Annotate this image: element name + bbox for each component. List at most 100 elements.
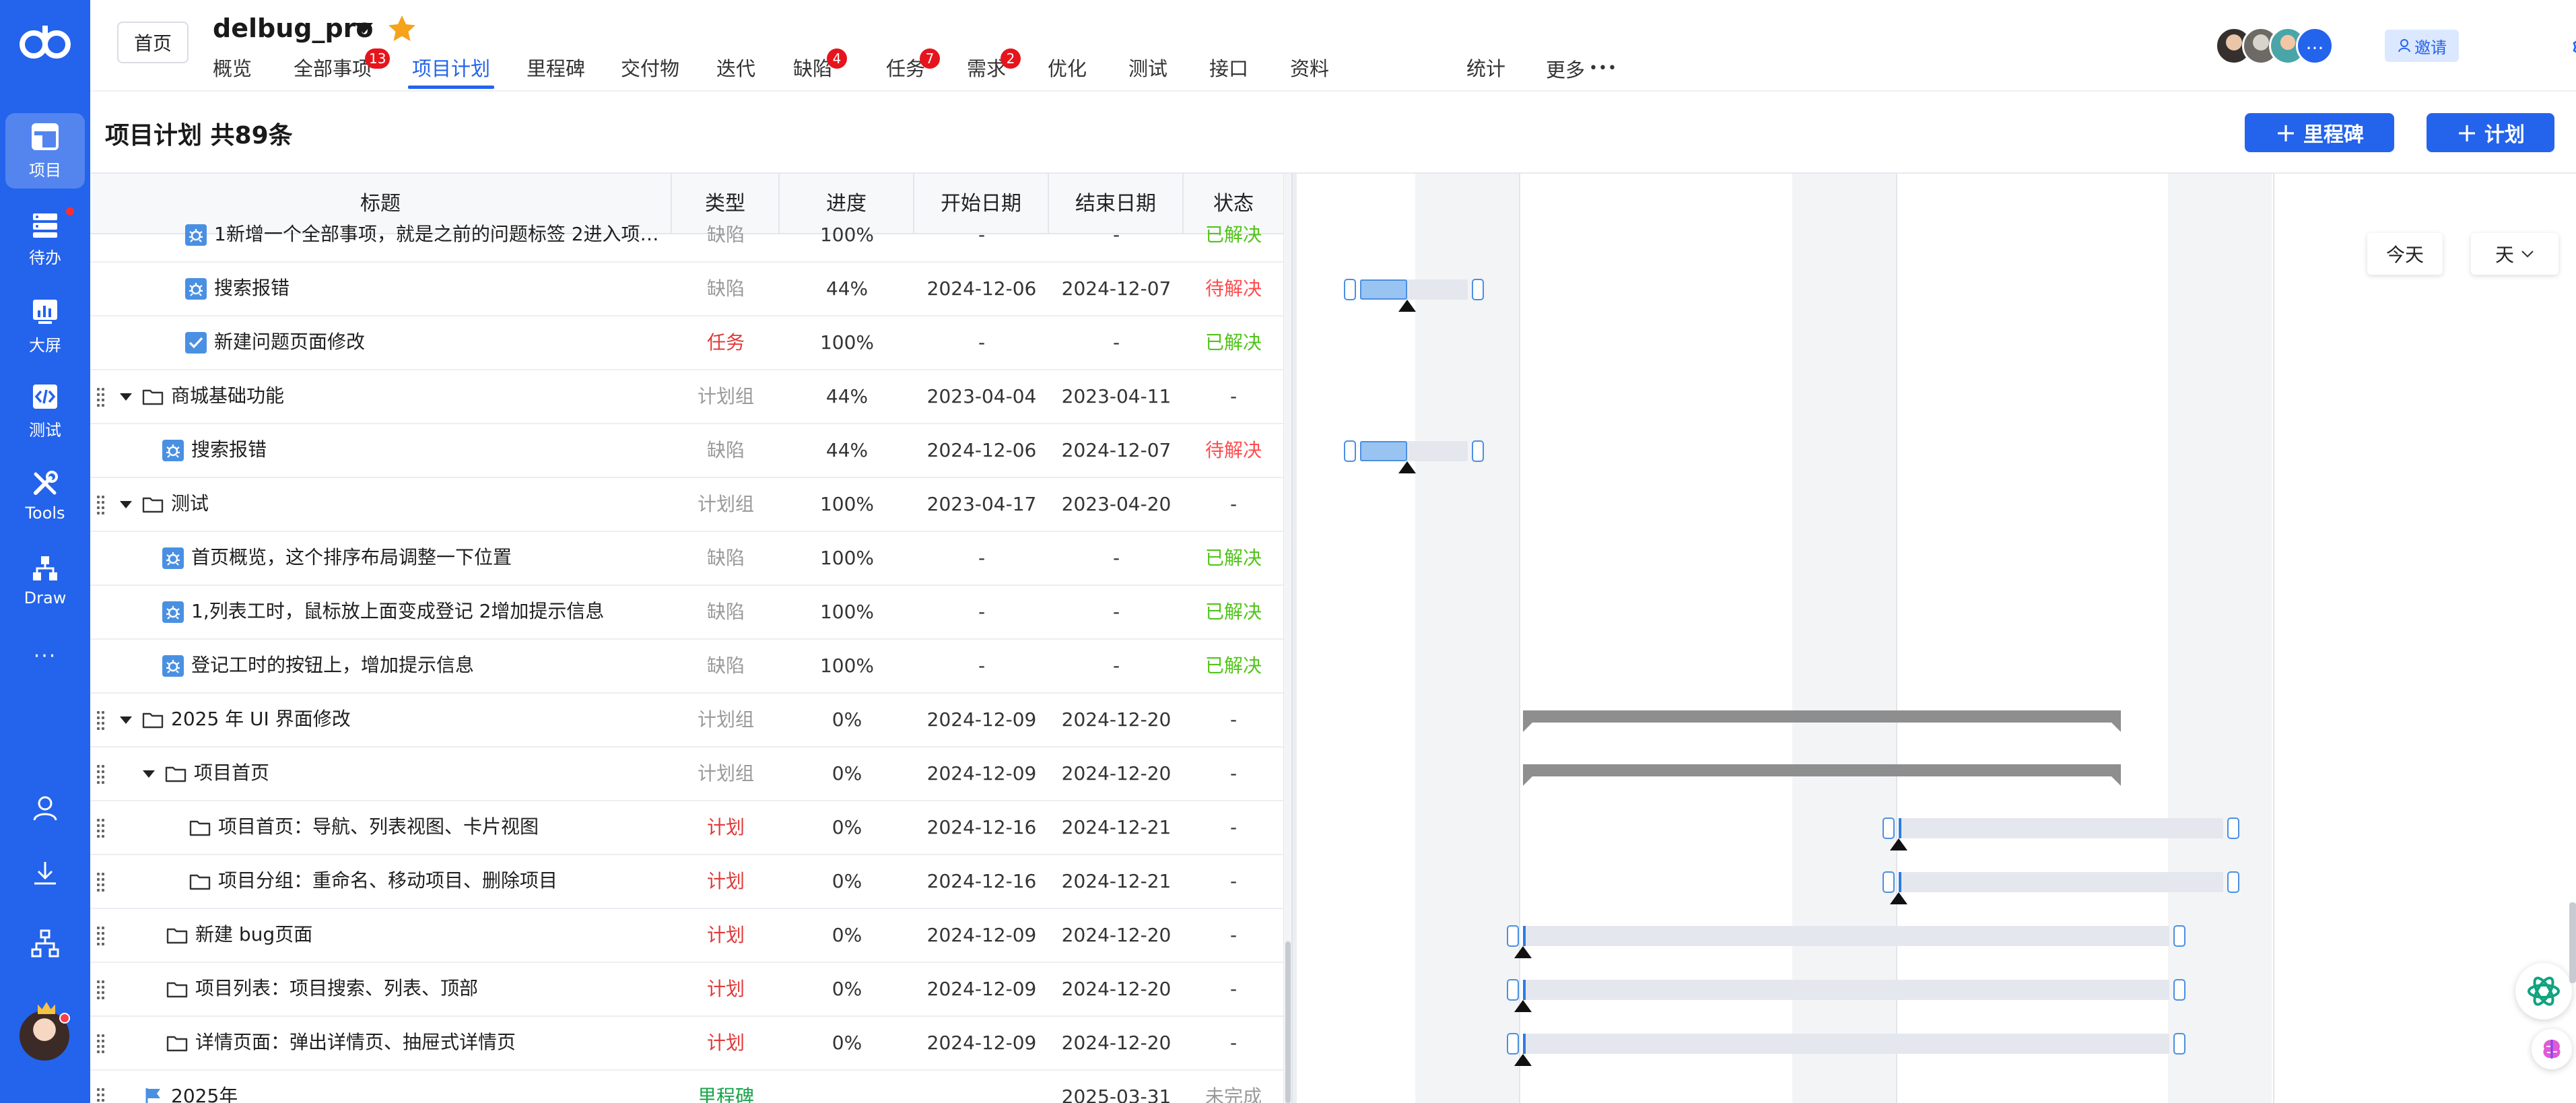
table-row[interactable]: 2025 年 UI 界面修改 计划组 0% 2024-12-09 2024-12-20 - xyxy=(90,694,1283,747)
table-row[interactable]: 搜索报错 缺陷 44% 2024-12-06 2024-12-07 待解决 xyxy=(90,424,1283,478)
time-unit-select[interactable]: 天 xyxy=(2471,233,2558,275)
title-cell[interactable]: 1,列表工时，鼠标放上面变成登记 2增加提示信息 xyxy=(90,586,672,640)
table-row[interactable]: 项目首页：导航、列表视图、卡片视图 计划 0% 2024-12-16 2024-12-2… xyxy=(90,801,1283,855)
table-row[interactable]: 1新增一个全部事项，就是之前的问题标签 2进入项目后默认是这个全部事项 缺陷 100… xyxy=(90,209,1283,263)
gantt-resize-handle-right[interactable] xyxy=(2173,925,2185,947)
star-icon[interactable] xyxy=(386,13,417,44)
title-cell[interactable]: 搜索报错 xyxy=(90,424,672,478)
gear-icon[interactable] xyxy=(2572,32,2576,59)
tab-project-plan[interactable]: 项目计划 xyxy=(408,54,495,89)
drag-handle-icon[interactable] xyxy=(97,819,105,838)
table-row[interactable]: 新建问题页面修改 任务 100% - - 已解决 xyxy=(90,316,1283,370)
drag-handle-icon[interactable] xyxy=(97,765,105,784)
tab-all-items[interactable]: 全部事项 13 xyxy=(294,48,391,89)
table-row[interactable]: 搜索报错 缺陷 44% 2024-12-06 2024-12-07 待解决 xyxy=(90,263,1283,316)
table-row[interactable]: 2025年 里程碑 2025-03-31 未完成 xyxy=(90,1071,1283,1103)
title-cell[interactable]: 搜索报错 xyxy=(90,263,672,316)
download-icon[interactable] xyxy=(28,857,62,890)
collapse-caret-icon[interactable] xyxy=(120,393,132,401)
brain-assistant-button[interactable] xyxy=(2532,1029,2572,1069)
gantt-task-bar[interactable] xyxy=(1899,818,2223,838)
scrollbar-thumb[interactable] xyxy=(1285,941,1291,1103)
ai-assistant-button[interactable] xyxy=(2515,963,2572,1020)
gantt-progress-bar[interactable] xyxy=(1360,441,1407,461)
drag-handle-icon[interactable] xyxy=(97,1034,105,1053)
gantt-resize-handle-left[interactable] xyxy=(1344,279,1356,300)
gantt-resize-handle-right[interactable] xyxy=(2227,817,2239,839)
org-chart-icon[interactable] xyxy=(28,927,62,960)
project-name[interactable]: delbug_pro xyxy=(213,13,374,43)
sidebar-more-button[interactable]: ··· xyxy=(27,646,63,673)
sidebar-item-tools[interactable]: Tools xyxy=(5,458,85,533)
title-cell[interactable]: 2025年 xyxy=(90,1071,672,1103)
gantt-group-bar[interactable] xyxy=(1523,764,2121,786)
title-cell[interactable]: 详情页面：弹出详情页、抽屉式详情页 xyxy=(90,1017,672,1071)
gantt-task-bar[interactable] xyxy=(1523,1034,2169,1054)
tab-overview[interactable]: 概览 xyxy=(213,54,252,89)
gantt-resize-handle-right[interactable] xyxy=(1472,440,1484,462)
tab-docs[interactable]: 资料 xyxy=(1290,54,1329,89)
title-cell[interactable]: 项目列表：项目搜索、列表、顶部 xyxy=(90,963,672,1017)
drag-handle-icon[interactable] xyxy=(97,873,105,892)
gantt-task-bar[interactable] xyxy=(1523,926,2169,946)
drag-handle-icon[interactable] xyxy=(97,927,105,945)
invite-button[interactable]: 邀请 xyxy=(2385,30,2459,62)
gantt-task-bar[interactable] xyxy=(1899,872,2223,892)
title-cell[interactable]: 1新增一个全部事项，就是之前的问题标签 2进入项目后默认是这个全部事项 xyxy=(90,209,672,263)
app-logo[interactable] xyxy=(15,18,75,66)
drag-handle-icon[interactable] xyxy=(97,388,105,407)
table-row[interactable]: 项目分组：重命名、移动项目、删除项目 计划 0% 2024-12-16 2024-12-… xyxy=(90,855,1283,909)
gantt-resize-handle-left[interactable] xyxy=(1883,817,1895,839)
gantt-resize-handle-right[interactable] xyxy=(2173,1033,2185,1055)
gantt-resize-handle-left[interactable] xyxy=(1883,871,1895,893)
tab-testing[interactable]: 测试 xyxy=(1128,54,1167,89)
tab-api[interactable]: 接口 xyxy=(1209,54,1248,89)
table-row[interactable]: 测试 计划组 100% 2023-04-17 2023-04-20 - xyxy=(90,478,1283,532)
sidebar-item-draw[interactable]: Draw xyxy=(5,543,85,618)
table-row[interactable]: 登记工时的按钮上，增加提示信息 缺陷 100% - - 已解决 xyxy=(90,640,1283,694)
sidebar-item-dashboard[interactable]: 大屏 xyxy=(5,288,85,364)
collapse-caret-icon[interactable] xyxy=(143,770,155,778)
pane-splitter[interactable] xyxy=(1291,174,1297,1103)
gantt-resize-handle-right[interactable] xyxy=(1472,279,1484,300)
gantt-resize-handle-right[interactable] xyxy=(2227,871,2239,893)
title-cell[interactable]: 测试 xyxy=(90,478,672,532)
gantt-resize-handle-left[interactable] xyxy=(1507,925,1519,947)
table-scrollbar[interactable] xyxy=(1283,174,1291,1103)
gantt-progress-bar[interactable] xyxy=(1360,279,1407,300)
title-cell[interactable]: 项目首页：导航、列表视图、卡片视图 xyxy=(90,801,672,855)
table-row[interactable]: 1,列表工时，鼠标放上面变成登记 2增加提示信息 缺陷 100% - - 已解决 xyxy=(90,586,1283,640)
tab-milestone[interactable]: 里程碑 xyxy=(527,54,585,89)
title-cell[interactable]: 首页概览，这个排序布局调整一下位置 xyxy=(90,532,672,586)
tab-statistics[interactable]: 统计 xyxy=(1466,54,1505,89)
table-row[interactable]: 详情页面：弹出详情页、抽屉式详情页 计划 0% 2024-12-09 2024-12-2… xyxy=(90,1017,1283,1071)
title-cell[interactable]: 2025 年 UI 界面修改 xyxy=(90,694,672,747)
table-row[interactable]: 新建 bug页面 计划 0% 2024-12-09 2024-12-20 - xyxy=(90,909,1283,963)
gantt-resize-handle-left[interactable] xyxy=(1507,979,1519,1001)
drag-handle-icon[interactable] xyxy=(97,711,105,730)
tab-tasks[interactable]: 任务 7 xyxy=(886,48,940,89)
gantt-resize-handle-left[interactable] xyxy=(1344,440,1356,462)
table-row[interactable]: 首页概览，这个排序布局调整一下位置 缺陷 100% - - 已解决 xyxy=(90,532,1283,586)
table-row[interactable]: 商城基础功能 计划组 44% 2023-04-04 2023-04-11 - xyxy=(90,370,1283,424)
members-icon[interactable] xyxy=(28,792,62,826)
title-cell[interactable]: 项目首页 xyxy=(90,747,672,801)
table-row[interactable]: 项目列表：项目搜索、列表、顶部 计划 0% 2024-12-09 2024-12-20 - xyxy=(90,963,1283,1017)
gantt-task-bar[interactable] xyxy=(1523,980,2169,1000)
title-cell[interactable]: 新建 bug页面 xyxy=(90,909,672,963)
drag-handle-icon[interactable] xyxy=(97,496,105,514)
gantt-scrollbar[interactable] xyxy=(2569,902,2576,983)
gantt-resize-handle-right[interactable] xyxy=(2173,979,2185,1001)
collapse-caret-icon[interactable] xyxy=(120,716,132,724)
today-button[interactable]: 今天 xyxy=(2367,233,2443,275)
tab-deliverables[interactable]: 交付物 xyxy=(621,54,679,89)
collapse-caret-icon[interactable] xyxy=(120,501,132,508)
table-row[interactable]: 项目首页 计划组 0% 2024-12-09 2024-12-20 - xyxy=(90,747,1283,801)
add-plan-button[interactable]: + 计划 xyxy=(2427,113,2554,152)
add-milestone-button[interactable]: + 里程碑 xyxy=(2245,113,2394,152)
title-cell[interactable]: 项目分组：重命名、移动项目、删除项目 xyxy=(90,855,672,909)
tab-iteration[interactable]: 迭代 xyxy=(716,54,755,89)
title-cell[interactable]: 商城基础功能 xyxy=(90,370,672,424)
sidebar-item-project[interactable]: 项目 xyxy=(5,113,85,189)
project-dropdown-icon[interactable] xyxy=(354,23,373,34)
